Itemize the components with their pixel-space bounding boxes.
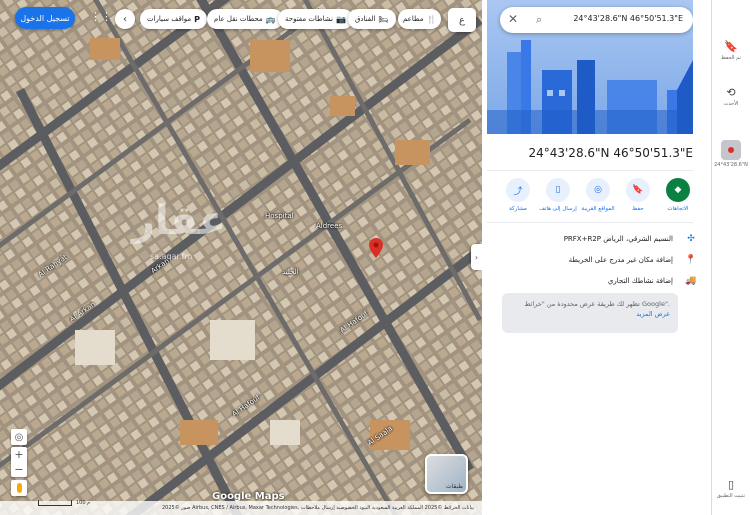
chevron-right-icon: › <box>474 252 479 262</box>
search-box[interactable]: ✕ ⌕ 24°43'28.6"N 46°50'51.3"E <box>500 7 693 33</box>
search-icon[interactable]: ⌕ <box>536 13 542 27</box>
location-pin-icon[interactable] <box>369 238 383 258</box>
zoom-in-button[interactable]: + <box>11 447 27 462</box>
sign-in-button[interactable]: تسجيل الدخول <box>15 7 75 29</box>
chip-restaurants-label: مطاعم <box>403 15 424 23</box>
label-aldrees[interactable]: Aldrees <box>316 222 342 230</box>
plus-code-text: PRFX+R2P النسيم الشرقي، الرياض <box>563 235 673 243</box>
collapse-panel-button[interactable]: › <box>471 244 482 270</box>
place-panel: ✕ ⌕ 24°43'28.6"N 46°50'51.3"E 24°43'28.6… <box>482 0 712 515</box>
chip-restaurants[interactable]: مطاعم 🍴 <box>398 9 442 29</box>
add-missing-place-row[interactable]: إضافة مكان غير مدرج على الخريطة 📍 <box>569 255 697 265</box>
pin-icon <box>728 147 734 153</box>
my-location-button[interactable]: ◎ <box>11 429 27 445</box>
send-label: إرسال إلى هاتف <box>539 206 577 212</box>
directions-label: الاتجاهات <box>667 206 689 212</box>
add-business-text: إضافة نشاطك التجاري <box>607 277 673 285</box>
footer-attribution[interactable]: صور ©2025 Airbus, CNES / Airbus, Maxar T… <box>162 505 474 511</box>
chip-open-activities[interactable]: نشاطات مفتوحة 📷 <box>278 9 353 29</box>
history-icon: ⟲ <box>726 86 736 99</box>
language-button[interactable]: ع <box>448 8 476 32</box>
chip-hotels[interactable]: الفنادق 🛏 <box>348 9 396 29</box>
search-input[interactable]: 24°43'28.6"N 46°50'51.3"E <box>573 14 683 23</box>
bookmark-icon: 🔖 <box>724 40 738 53</box>
send-to-phone-button[interactable]: ▯ إرسال إلى هاتف <box>538 178 578 212</box>
chevron-left-icon: ‹ <box>123 13 127 25</box>
label-hospital[interactable]: Hospital <box>265 212 294 220</box>
chip-hotels-label: الفنادق <box>355 15 376 23</box>
install-app-label: تثبيت التطبيق <box>716 493 746 499</box>
street-view-pegman[interactable] <box>11 480 27 496</box>
apps-grid-icon[interactable]: ⋮⋮ <box>90 10 112 23</box>
my-location-icon: ◎ <box>14 431 24 443</box>
add-place-text: إضافة مكان غير مدرج على الخريطة <box>568 256 673 264</box>
zoom-controls: + − <box>11 447 27 477</box>
recent-place-thumbnail <box>721 140 741 160</box>
bookmark-icon: 🔖 <box>626 178 650 202</box>
chip-transit[interactable]: محطات نقل عام 🚌 <box>207 9 283 29</box>
aqar-watermark: عقار <box>132 198 227 244</box>
rail-saved-label: تم الحفظ <box>721 55 741 61</box>
plus-code-icon: ✣ <box>687 234 695 244</box>
chip-parking[interactable]: مواقف سيارات P <box>140 9 208 29</box>
fork-knife-icon: 🍴 <box>426 14 437 24</box>
label-store[interactable]: الجليد <box>282 268 299 276</box>
scale-label: 100 م <box>76 500 91 506</box>
layers-button[interactable]: طبقات <box>425 454 468 494</box>
hero-illustration: ✕ ⌕ 24°43'28.6"N 46°50'51.3"E <box>487 0 693 134</box>
add-business-row[interactable]: إضافة نشاطك التجاري 🚚 <box>608 276 697 286</box>
divider <box>487 170 693 171</box>
maps-window: Hospital Aldrees Al Rahyat Arkan Al Arka… <box>0 0 750 515</box>
close-icon[interactable]: ✕ <box>508 12 518 26</box>
nearby-button[interactable]: ◎ المواقع القريبة <box>578 178 618 212</box>
right-rail: 🔖 تم الحفظ ⟲ الأحدث 24°43'28.6"N ▯ تثبيت… <box>712 0 750 515</box>
directions-button[interactable]: ◆ الاتجاهات <box>658 178 698 212</box>
rail-install-app[interactable]: ▯ تثبيت التطبيق <box>712 478 750 499</box>
parking-icon: P <box>194 14 201 24</box>
storefront-icon: 🚚 <box>685 276 697 286</box>
place-title: 24°43'28.6"N 46°50'51.3"E <box>528 146 693 160</box>
chip-transit-label: محطات نقل عام <box>214 15 263 23</box>
bus-icon: 🚌 <box>265 14 276 24</box>
notice-text: تظهر لك طريقة عرض محدودة من "خرائط Googl… <box>524 300 670 308</box>
recent-place-label: 24°43'28.6"N <box>714 162 748 168</box>
scale-bar <box>38 500 72 506</box>
layers-label: طبقات <box>445 483 463 490</box>
plus-code-row[interactable]: PRFX+R2P النسيم الشرقي، الرياض ✣ <box>564 234 697 244</box>
rail-recent-label: الأحدث <box>723 101 739 107</box>
phone-icon: ▯ <box>546 178 570 202</box>
nearby-icon: ◎ <box>586 178 610 202</box>
learn-more-link[interactable]: عرض المزيد <box>636 310 670 318</box>
save-button[interactable]: 🔖 حفظ <box>618 178 658 212</box>
directions-icon: ◆ <box>666 178 690 202</box>
share-button[interactable]: ⤴ مشاركة <box>498 178 538 212</box>
add-location-icon: 📍 <box>685 255 697 265</box>
rail-recent-place[interactable]: 24°43'28.6"N <box>712 140 750 168</box>
phone-app-icon: ▯ <box>727 478 735 491</box>
chips-scroll-button[interactable]: ‹ <box>115 9 135 29</box>
pegman-icon <box>16 483 22 493</box>
rail-recent[interactable]: ⟲ الأحدث <box>712 86 750 107</box>
aqar-url: sa.aqar.fm <box>150 252 193 261</box>
camera-icon: 📷 <box>335 14 346 24</box>
save-label: حفظ <box>632 206 644 212</box>
limited-view-notice: تظهر لك طريقة عرض محدودة من "خرائط Googl… <box>502 293 678 333</box>
bed-icon: 🛏 <box>378 14 389 24</box>
share-label: مشاركة <box>509 206 527 212</box>
zoom-out-button[interactable]: − <box>11 462 27 477</box>
divider <box>487 222 693 223</box>
share-icon: ⤴ <box>506 178 530 202</box>
rail-saved[interactable]: 🔖 تم الحفظ <box>712 40 750 61</box>
map-imagery <box>0 0 482 515</box>
map-footer: صور ©2025 Airbus, CNES / Airbus, Maxar T… <box>0 501 482 515</box>
nearby-label: المواقع القريبة <box>581 206 615 212</box>
chip-open-label: نشاطات مفتوحة <box>285 15 333 23</box>
chip-parking-label: مواقف سيارات <box>147 15 192 23</box>
satellite-map[interactable]: Hospital Aldrees Al Rahyat Arkan Al Arka… <box>0 0 482 515</box>
